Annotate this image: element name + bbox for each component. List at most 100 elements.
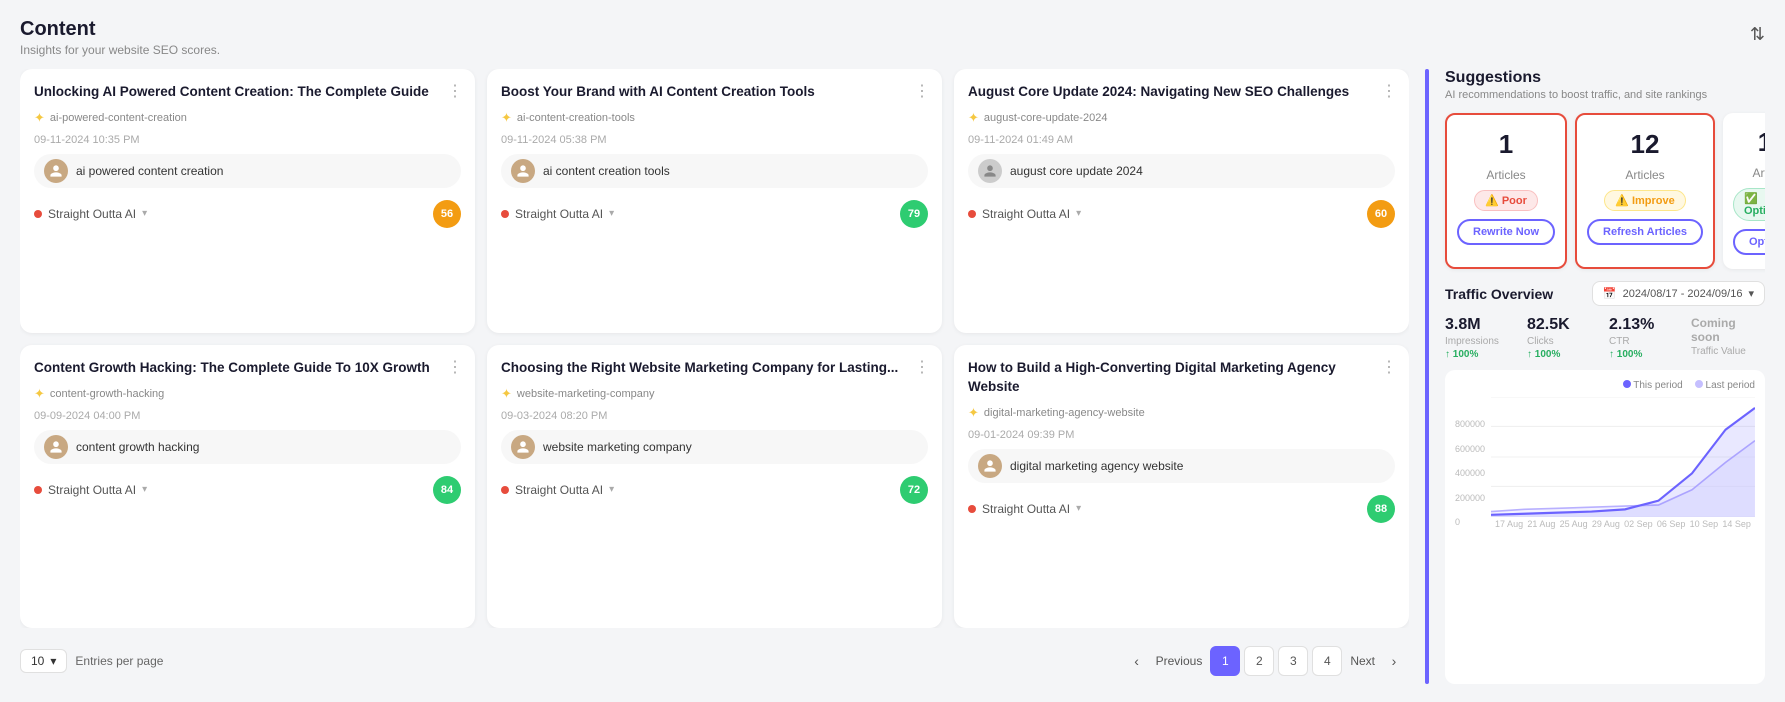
score-badge: 79 [900, 200, 928, 228]
article-slug: ✦ august-core-update-2024 [968, 110, 1395, 126]
card-footer: Straight Outta AI ▾ 72 [501, 476, 928, 504]
card-menu-button[interactable]: ⋮ [1381, 81, 1397, 101]
score-badge: 84 [433, 476, 461, 504]
card-footer: Straight Outta AI ▾ 88 [968, 495, 1395, 523]
metric-value: 3.8M [1445, 316, 1519, 334]
score-badge: 56 [433, 200, 461, 228]
slug-icon: ✦ [34, 110, 45, 126]
status-dot [968, 505, 976, 513]
status-dot [34, 486, 42, 494]
author-name: Straight Outta AI [515, 483, 603, 497]
page-4-button[interactable]: 4 [1312, 646, 1342, 676]
card-menu-button[interactable]: ⋮ [447, 81, 463, 101]
avatar [511, 159, 535, 183]
suggestion-action-button[interactable]: Optimize [1733, 229, 1765, 255]
light-purple-dot [1695, 380, 1703, 388]
card-menu-button[interactable]: ⋮ [1381, 357, 1397, 377]
slug-icon: ✦ [501, 110, 512, 126]
chevron-down-icon[interactable]: ▾ [142, 484, 147, 495]
suggestion-action-button[interactable]: Refresh Articles [1587, 219, 1703, 245]
suggestion-card: 18 Articles ✅ Optimized Optimize [1723, 113, 1765, 269]
y-axis: 800000 600000 400000 200000 0 [1455, 419, 1485, 529]
score-badge: 88 [1367, 495, 1395, 523]
next-label: Next [1350, 654, 1375, 668]
keyword-text: content growth hacking [76, 440, 199, 454]
slug-text: content-growth-hacking [50, 388, 164, 400]
avatar [978, 454, 1002, 478]
articles-grid: ⋮ Unlocking AI Powered Content Creation:… [20, 69, 1409, 628]
article-keyword: content growth hacking [34, 430, 461, 464]
suggestion-count: 12 [1631, 129, 1660, 160]
article-card: ⋮ Unlocking AI Powered Content Creation:… [20, 69, 475, 333]
slug-text: ai-content-creation-tools [517, 112, 635, 124]
article-card: ⋮ Boost Your Brand with AI Content Creat… [487, 69, 942, 333]
keyword-text: august core update 2024 [1010, 164, 1143, 178]
status-badge: ✅ Optimized [1733, 188, 1765, 221]
card-footer: Straight Outta AI ▾ 56 [34, 200, 461, 228]
vertical-divider [1425, 69, 1429, 684]
entries-select[interactable]: 10 ▾ [20, 649, 67, 673]
page-subtitle: Insights for your website SEO scores. [20, 43, 220, 57]
chart-svg-container: 17 Aug 21 Aug 25 Aug 29 Aug 02 Sep 06 Se… [1491, 397, 1755, 529]
suggestion-count: 18 [1758, 127, 1765, 158]
traffic-section: Traffic Overview 📅 2024/08/17 - 2024/09/… [1445, 281, 1765, 684]
next-page-button[interactable]: › [1379, 646, 1409, 676]
chevron-down-icon[interactable]: ▾ [609, 208, 614, 219]
article-keyword: august core update 2024 [968, 154, 1395, 188]
slug-icon: ✦ [501, 386, 512, 402]
article-slug: ✦ digital-marketing-agency-website [968, 405, 1395, 421]
avatar [44, 159, 68, 183]
suggestion-label: Articles [1486, 168, 1525, 182]
article-keyword: ai content creation tools [501, 154, 928, 188]
author-name: Straight Outta AI [515, 207, 603, 221]
entries-label: Entries per page [75, 654, 163, 668]
suggestion-action-button[interactable]: Rewrite Now [1457, 219, 1555, 245]
card-menu-button[interactable]: ⋮ [914, 81, 930, 101]
suggestions-cards: 1 Articles ⚠️ Poor Rewrite Now 12 Articl… [1445, 113, 1765, 269]
keyword-text: ai powered content creation [76, 164, 223, 178]
slug-text: digital-marketing-agency-website [984, 407, 1145, 419]
avatar [511, 435, 535, 459]
article-slug: ✦ website-marketing-company [501, 386, 928, 402]
page-2-button[interactable]: 2 [1244, 646, 1274, 676]
traffic-chart [1491, 397, 1755, 517]
page-1-button[interactable]: 1 [1210, 646, 1240, 676]
card-menu-button[interactable]: ⋮ [447, 357, 463, 377]
card-footer: Straight Outta AI ▾ 84 [34, 476, 461, 504]
article-title: Choosing the Right Website Marketing Com… [501, 359, 928, 378]
metric-value: 2.13% [1609, 316, 1683, 334]
chevron-down-icon[interactable]: ▾ [1076, 208, 1081, 219]
card-author: Straight Outta AI ▾ [34, 483, 147, 497]
avatar [44, 435, 68, 459]
page-3-button[interactable]: 3 [1278, 646, 1308, 676]
article-slug: ✦ ai-powered-content-creation [34, 110, 461, 126]
status-badge: ⚠️ Improve [1604, 190, 1686, 211]
status-dot [968, 210, 976, 218]
pagination-bar: 10 ▾ Entries per page ‹ Previous 1 2 3 4… [20, 638, 1409, 684]
metric-change: ↑ 100% [1445, 349, 1519, 360]
article-date: 09-11-2024 01:49 AM [968, 134, 1395, 146]
keyword-text: ai content creation tools [543, 164, 670, 178]
sort-icon[interactable]: ⇅ [1750, 24, 1765, 45]
suggestion-count: 1 [1499, 129, 1513, 160]
card-footer: Straight Outta AI ▾ 60 [968, 200, 1395, 228]
chevron-down-icon[interactable]: ▾ [609, 484, 614, 495]
slug-icon: ✦ [968, 405, 979, 421]
keyword-text: website marketing company [543, 440, 692, 454]
metric-item: 2.13% CTR ↑ 100% [1609, 316, 1683, 360]
prev-page-button[interactable]: ‹ [1122, 646, 1152, 676]
score-badge: 60 [1367, 200, 1395, 228]
metric-label: Clicks [1527, 336, 1601, 347]
date-range-picker[interactable]: 📅 2024/08/17 - 2024/09/16 ▾ [1592, 281, 1765, 306]
chevron-down-icon[interactable]: ▾ [1076, 503, 1081, 514]
slug-icon: ✦ [34, 386, 45, 402]
metric-value: Coming soon [1691, 316, 1765, 344]
card-menu-button[interactable]: ⋮ [914, 357, 930, 377]
card-author: Straight Outta AI ▾ [501, 207, 614, 221]
chart-content: 800000 600000 400000 200000 0 [1455, 397, 1755, 529]
x-axis: 17 Aug 21 Aug 25 Aug 29 Aug 02 Sep 06 Se… [1491, 519, 1755, 529]
chevron-down-icon[interactable]: ▾ [142, 208, 147, 219]
suggestions-header: Suggestions AI recommendations to boost … [1445, 69, 1765, 101]
card-author: Straight Outta AI ▾ [968, 502, 1081, 516]
article-date: 09-03-2024 08:20 PM [501, 410, 928, 422]
